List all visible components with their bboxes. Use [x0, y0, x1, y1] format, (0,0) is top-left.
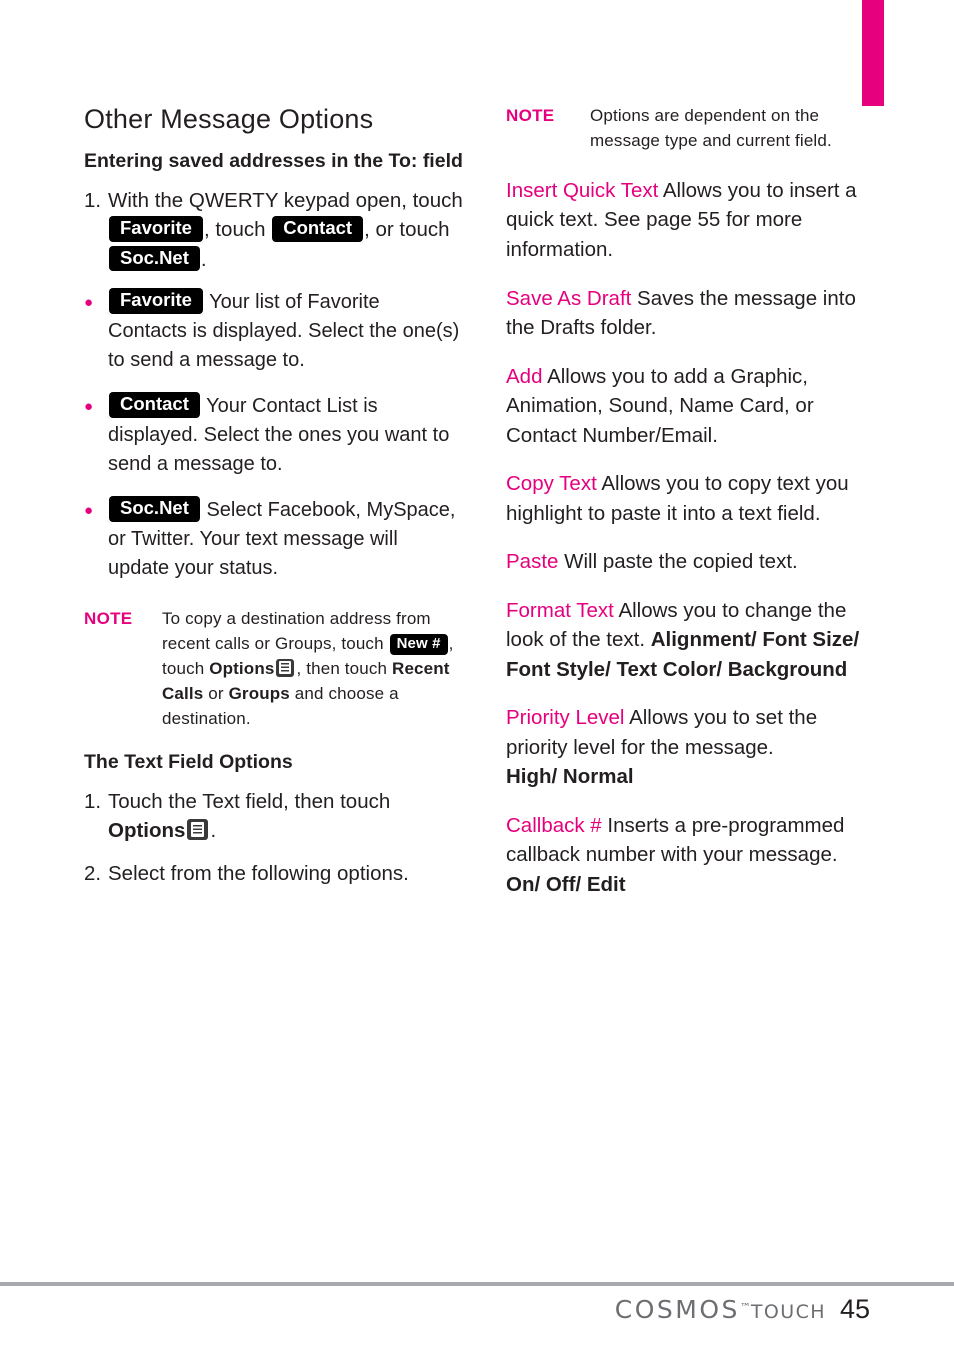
trademark-symbol: ™: [739, 1301, 751, 1314]
option-description: Allows you to add a Graphic, Animation, …: [506, 364, 814, 447]
note-text-c: , then touch: [296, 658, 388, 678]
note-block-copy-destination: NOTE To copy a destination address from …: [84, 607, 464, 732]
note-text-d: or: [208, 683, 224, 703]
page-footer: COSMOS™TOUCH 45: [615, 1294, 870, 1325]
option-format-text: Format Text Allows you to change the loo…: [506, 596, 884, 685]
step-item-1: 1. With the QWERTY keypad open, touch Fa…: [84, 186, 464, 274]
step-item-2: 2. Select from the following options.: [84, 859, 464, 888]
step1-text-a: With the QWERTY keypad open, touch: [108, 188, 463, 212]
bullet-item: ● Contact Your Contact List is displayed…: [84, 391, 464, 479]
bullet-text: Soc.Net Select Facebook, MySpace, or Twi…: [108, 495, 464, 583]
step-text: With the QWERTY keypad open, touch Favor…: [108, 186, 464, 274]
two-column-body: Other Message Options Entering saved add…: [84, 104, 884, 918]
page-corner-tab: [862, 0, 884, 106]
bullet-text: Favorite Your list of Favorite Contacts …: [108, 287, 464, 375]
page-number: 45: [839, 1294, 870, 1324]
option-name: Save As Draft: [506, 286, 632, 310]
section-heading-entering-saved-addresses: Entering saved addresses in the To: fiel…: [84, 150, 463, 172]
bullet-text: Contact Your Contact List is displayed. …: [108, 391, 464, 479]
note-label: NOTE: [84, 608, 133, 628]
step2-text-a: Touch the Text field, then touch: [108, 789, 391, 813]
step-number: 1.: [84, 789, 102, 813]
step-text: Touch the Text field, then touch Options…: [108, 787, 464, 846]
option-name: Add: [506, 364, 543, 388]
right-column: NOTE Options are dependent on the messag…: [506, 104, 884, 918]
option-name: Format Text: [506, 598, 614, 622]
options-icon: [276, 658, 295, 677]
option-save-as-draft: Save As Draft Saves the message into the…: [506, 284, 884, 343]
note-bold-options: Options: [209, 658, 275, 678]
step-number: 1.: [84, 188, 102, 212]
bullet-dot-icon: ●: [84, 293, 94, 311]
option-priority-level: Priority Level Allows you to set the pri…: [506, 703, 884, 792]
bullet-dot-icon: ●: [84, 397, 94, 415]
manual-page: Other Message Options Entering saved add…: [0, 0, 954, 1372]
note-bold-groups: Groups: [228, 683, 290, 703]
options-icon: [187, 819, 209, 841]
left-column: Other Message Options Entering saved add…: [84, 104, 464, 918]
note-label: NOTE: [506, 106, 555, 125]
key-socnet[interactable]: Soc.Net: [109, 495, 200, 522]
key-contact[interactable]: Contact: [272, 216, 364, 243]
option-callback-number: Callback # Inserts a pre-programmed call…: [506, 811, 884, 900]
note-text: Options are dependent on the message typ…: [590, 106, 832, 150]
step1-text-d: .: [200, 247, 207, 271]
bullet-dot-icon: ●: [84, 501, 94, 519]
option-copy-text: Copy Text Allows you to copy text you hi…: [506, 469, 884, 528]
option-values: High/ Normal: [506, 765, 634, 789]
option-name: Callback #: [506, 813, 602, 837]
section-heading-text-field-options: The Text Field Options: [84, 750, 293, 773]
option-name: Paste: [506, 550, 559, 574]
option-values: On/ Off/ Edit: [506, 872, 626, 896]
page-title: Other Message Options: [84, 104, 374, 134]
option-name: Priority Level: [506, 706, 625, 730]
step-text: Select from the following options.: [108, 862, 409, 886]
option-paste: Paste Will paste the copied text.: [506, 547, 884, 577]
key-new-number[interactable]: New #: [389, 633, 448, 655]
key-socnet[interactable]: Soc.Net: [109, 245, 200, 272]
option-description: Will paste the copied text.: [564, 550, 798, 574]
key-favorite[interactable]: Favorite: [109, 287, 203, 314]
brand-name: COSMOS: [614, 1295, 740, 1324]
note-text: To copy a destination address from recen…: [162, 607, 464, 732]
option-name: Copy Text: [506, 472, 597, 496]
step2-bold-options: Options: [108, 819, 186, 843]
footer-divider: [0, 1282, 954, 1286]
step-item-1b: 1. Touch the Text field, then touch Opti…: [84, 787, 464, 846]
step2-text-b: .: [210, 819, 217, 843]
step-number: 2.: [84, 862, 102, 886]
note-block-options-dependent: NOTE Options are dependent on the messag…: [506, 104, 884, 154]
brand-suffix: TOUCH: [750, 1301, 826, 1323]
bullet-item: ● Favorite Your list of Favorite Contact…: [84, 287, 464, 375]
key-contact[interactable]: Contact: [109, 391, 200, 418]
option-insert-quick-text: Insert Quick Text Allows you to insert a…: [506, 176, 884, 265]
option-name: Insert Quick Text: [506, 178, 659, 202]
option-add: Add Allows you to add a Graphic, Animati…: [506, 362, 884, 451]
bullet-item: ● Soc.Net Select Facebook, MySpace, or T…: [84, 495, 464, 583]
step1-text-b: , touch: [203, 218, 266, 242]
product-brand: COSMOS™TOUCH: [615, 1295, 826, 1324]
step1-text-c: , or touch: [364, 218, 450, 242]
key-favorite[interactable]: Favorite: [109, 216, 203, 243]
